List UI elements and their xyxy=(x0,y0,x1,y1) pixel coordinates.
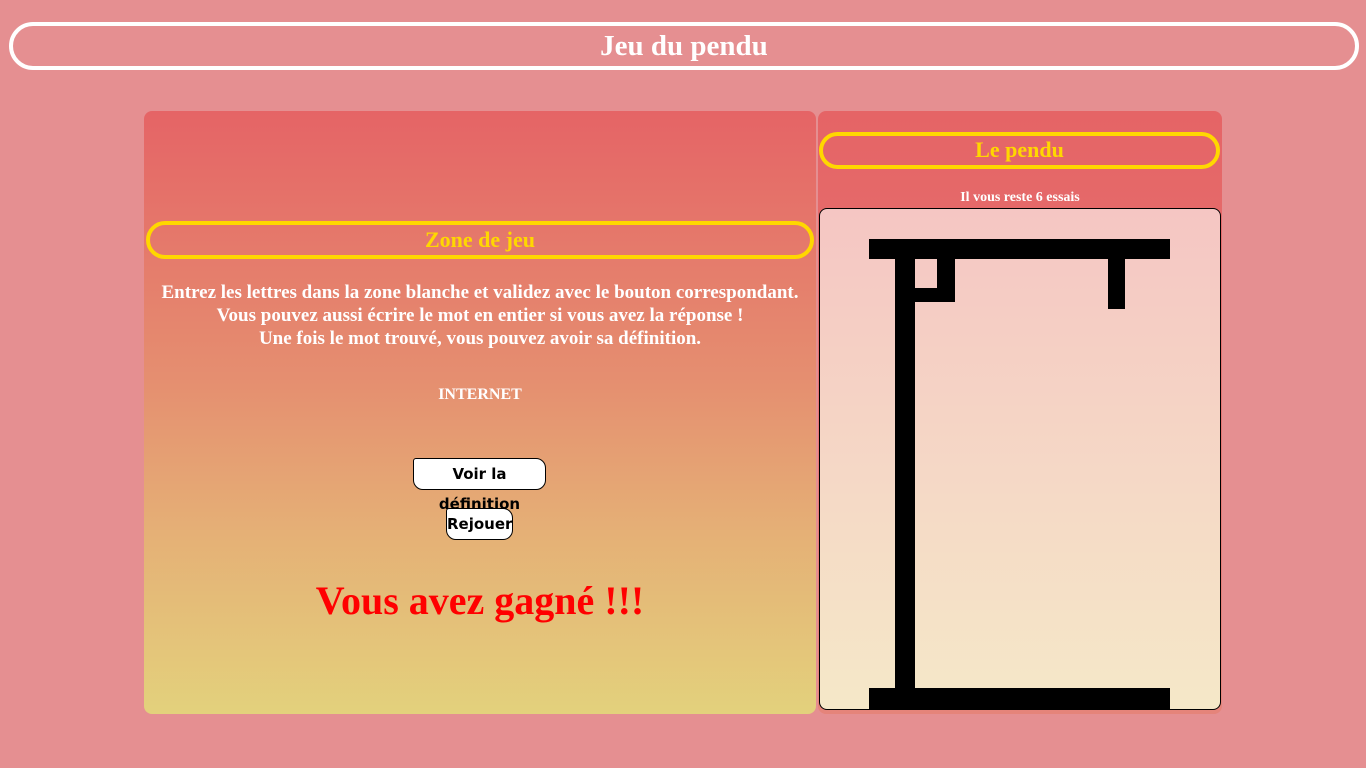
hangman-zone-title: Le pendu xyxy=(819,132,1220,169)
see-definition-button[interactable]: Voir la définition xyxy=(413,458,546,513)
gallows-base xyxy=(869,688,1170,709)
replay-button[interactable]: Rejouer xyxy=(446,508,513,540)
instruction-line-3: Une fois le mot trouvé, vous pouvez avoi… xyxy=(258,328,702,349)
instruction-line-1: Entrez les lettres dans la zone blanche … xyxy=(161,282,799,303)
game-zone-panel: Zone de jeu Entrez les lettres dans la z… xyxy=(144,111,816,714)
page-title: Jeu du pendu xyxy=(9,22,1359,70)
tries-left-counter: Il vous reste 6 essais xyxy=(960,190,1080,205)
instructions: Entrez les lettres dans la zone blanche … xyxy=(144,281,816,350)
instruction-line-2: Vous pouvez aussi écrire le mot en entie… xyxy=(216,305,744,326)
gallows-rope xyxy=(1108,259,1125,309)
gallows-post xyxy=(895,239,915,702)
win-message: Vous avez gagné !!! xyxy=(315,578,645,623)
word-display: INTERNET xyxy=(438,386,522,403)
hangman-zone-panel: Le pendu Il vous reste 6 essais xyxy=(818,111,1222,714)
game-zone-title: Zone de jeu xyxy=(146,221,814,259)
hangman-drawing xyxy=(819,208,1221,710)
gallows-brace-horizontal xyxy=(915,288,955,302)
gallows-drawing xyxy=(869,239,1170,709)
